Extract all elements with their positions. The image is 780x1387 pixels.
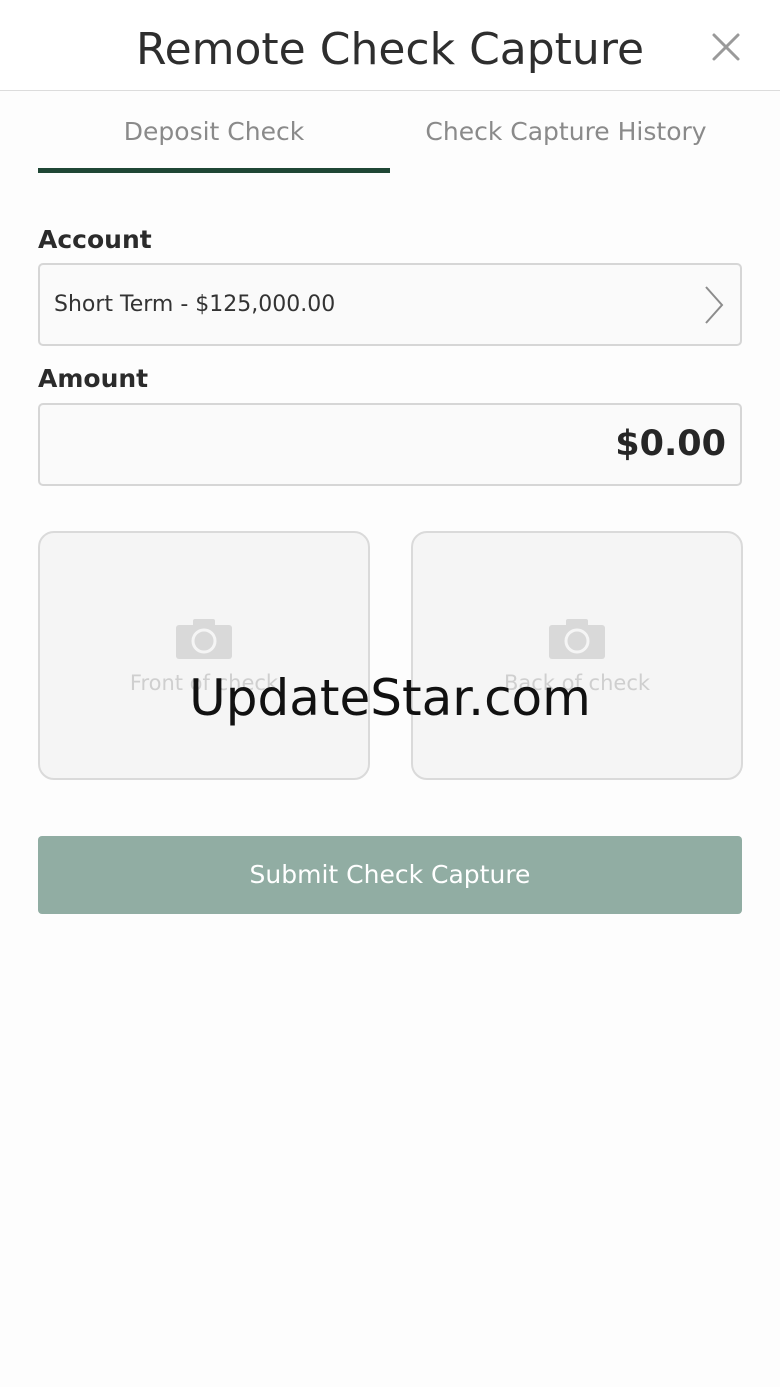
- submit-button-label: Submit Check Capture: [249, 860, 531, 889]
- account-selector[interactable]: Short Term - $125,000.00: [38, 263, 742, 346]
- tab-deposit-check[interactable]: Deposit Check: [38, 91, 390, 173]
- tab-bar: Deposit Check Check Capture History: [38, 91, 742, 173]
- submit-check-capture-button[interactable]: Submit Check Capture: [38, 836, 742, 914]
- tab-check-capture-history[interactable]: Check Capture History: [390, 91, 742, 173]
- camera-icon: [176, 619, 232, 659]
- header: Remote Check Capture: [0, 0, 780, 91]
- account-label: Account: [38, 225, 152, 254]
- active-tab-indicator: [38, 168, 390, 173]
- account-value: Short Term - $125,000.00: [54, 292, 336, 317]
- tab-check-capture-history-label: Check Capture History: [425, 117, 707, 146]
- amount-field[interactable]: $0.00: [38, 403, 742, 486]
- page-title: Remote Check Capture: [135, 24, 645, 75]
- amount-value: $0.00: [615, 424, 726, 464]
- tab-deposit-check-label: Deposit Check: [123, 117, 305, 146]
- front-of-check-capture[interactable]: Front of check: [38, 531, 370, 780]
- front-of-check-label: Front of check: [129, 671, 279, 695]
- amount-label: Amount: [38, 364, 149, 393]
- camera-icon: [549, 619, 605, 659]
- back-of-check-capture[interactable]: Back of check: [411, 531, 743, 780]
- chevron-right-icon: [705, 286, 724, 324]
- back-of-check-label: Back of check: [503, 671, 651, 695]
- close-icon: [712, 33, 740, 61]
- close-button[interactable]: [704, 28, 748, 68]
